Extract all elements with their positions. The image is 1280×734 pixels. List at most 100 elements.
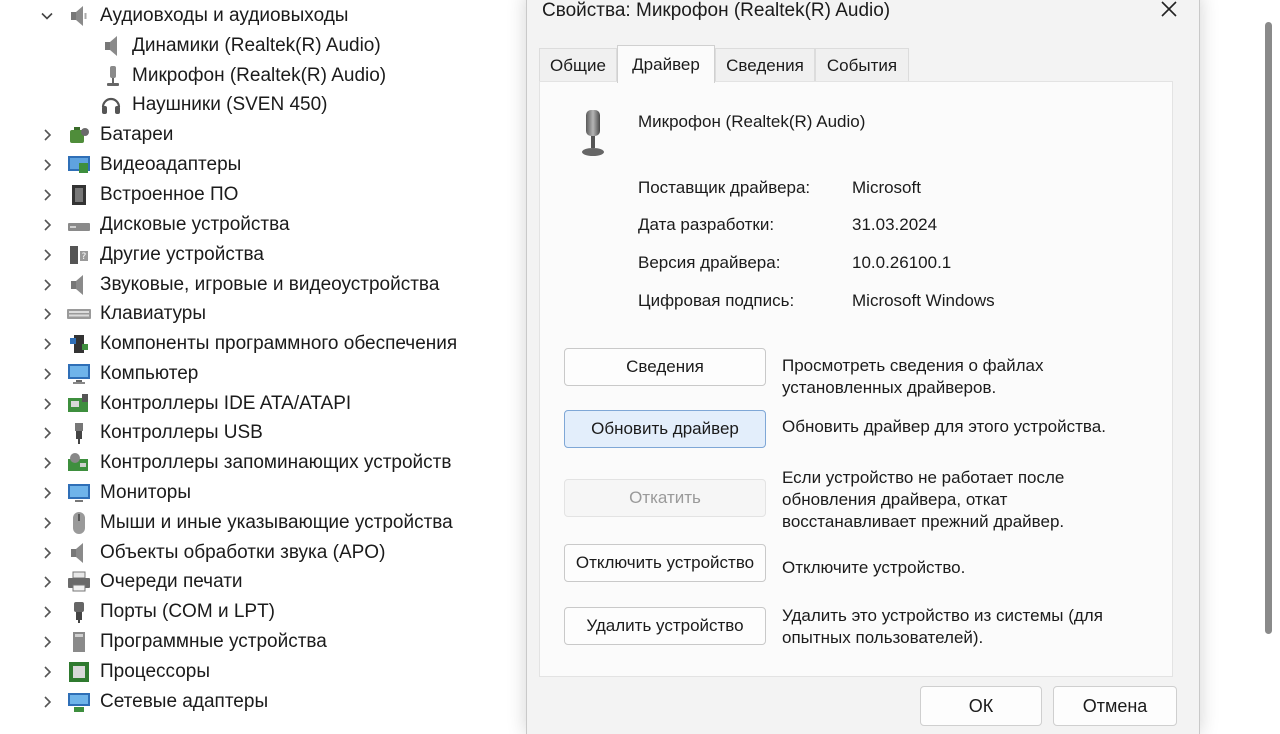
uninstall-device-description: Удалить это устройство из системы (для о… xyxy=(782,606,1103,647)
speaker-icon xyxy=(66,3,92,29)
rollback-driver-button[interactable]: Откатить xyxy=(564,479,766,517)
chevron-right-icon[interactable] xyxy=(32,120,62,150)
tree-device-headphones[interactable]: Наушники (SVEN 450) xyxy=(0,90,520,120)
tree-category-audio-io[interactable]: Аудиовходы и аудиовыходы xyxy=(0,1,520,31)
driver-version-label: Версия драйвера: xyxy=(638,253,781,272)
tree-category-monitors[interactable]: Мониторы xyxy=(0,478,520,508)
tree-device-microphone[interactable]: Микрофон (Realtek(R) Audio) xyxy=(0,61,520,91)
chevron-right-icon[interactable] xyxy=(32,180,62,210)
tab-general[interactable]: Общие xyxy=(539,48,617,82)
tree-category-print-queues[interactable]: Очереди печати xyxy=(0,567,520,597)
tree-category-label: Процессоры xyxy=(100,661,211,682)
disable-device-button[interactable]: Отключить устройство xyxy=(564,544,766,582)
chevron-down-icon[interactable] xyxy=(32,1,62,31)
tree-category-apo[interactable]: Объекты обработки звука (APO) xyxy=(0,538,520,568)
tree-category-firmware[interactable]: Встроенное ПО xyxy=(0,180,520,210)
driver-date-label: Дата разработки: xyxy=(638,215,775,234)
tree-category-label: Мыши и иные указывающие устройства xyxy=(100,512,453,533)
driver-details-button[interactable]: Сведения xyxy=(564,348,766,386)
port-icon xyxy=(66,599,92,625)
display-adapter-icon xyxy=(66,152,92,178)
device-tree: Аудиовходы и аудиовыходы Динамики (Realt… xyxy=(0,0,520,720)
chevron-right-icon[interactable] xyxy=(32,270,62,300)
tree-category-storage-controllers[interactable]: Контроллеры запоминающих устройств xyxy=(0,448,520,478)
ide-controller-icon xyxy=(66,391,92,417)
tree-category-label: Другие устройства xyxy=(100,244,264,265)
tree-category-label: Дисковые устройства xyxy=(100,214,290,235)
update-driver-button[interactable]: Обновить драйвер xyxy=(564,410,766,448)
tree-category-display-adapters[interactable]: Видеоадаптеры xyxy=(0,150,520,180)
chevron-right-icon[interactable] xyxy=(32,567,62,597)
tree-category-keyboards[interactable]: Клавиатуры xyxy=(0,299,520,329)
chevron-right-icon[interactable] xyxy=(32,329,62,359)
tree-category-label: Программные устройства xyxy=(100,631,327,652)
scrollbar-thumb[interactable] xyxy=(1265,22,1272,634)
tree-category-label: Видеоадаптеры xyxy=(100,154,242,175)
tree-category-sound-devices[interactable]: Звуковые, игровые и видеоустройства xyxy=(0,270,520,300)
chevron-right-icon[interactable] xyxy=(32,299,62,329)
chevron-right-icon[interactable] xyxy=(32,240,62,270)
tree-device-speakers[interactable]: Динамики (Realtek(R) Audio) xyxy=(0,31,520,61)
disable-device-description: Отключите устройство. xyxy=(782,558,966,577)
microphone-icon xyxy=(100,63,126,89)
driver-tab-panel: Микрофон (Realtek(R) Audio) Поставщик др… xyxy=(539,81,1173,677)
chevron-right-icon[interactable] xyxy=(32,508,62,538)
svg-text:?: ? xyxy=(82,252,87,262)
close-icon xyxy=(1160,0,1178,23)
chevron-right-icon[interactable] xyxy=(32,627,62,657)
storage-controller-icon xyxy=(66,450,92,476)
software-device-icon xyxy=(66,629,92,655)
tree-category-label: Встроенное ПО xyxy=(100,184,239,205)
tree-category-label: Контроллеры запоминающих устройств xyxy=(100,452,452,473)
tree-category-label: Компьютер xyxy=(100,363,199,384)
usb-icon xyxy=(66,420,92,446)
tree-category-usb-controllers[interactable]: Контроллеры USB xyxy=(0,418,520,448)
chevron-right-icon[interactable] xyxy=(32,657,62,687)
tree-device-label: Наушники (SVEN 450) xyxy=(132,94,328,115)
tree-category-computer[interactable]: Компьютер xyxy=(0,359,520,389)
device-name: Микрофон (Realtek(R) Audio) xyxy=(638,112,866,131)
tree-category-label: Звуковые, игровые и видеоустройства xyxy=(100,274,440,295)
driver-version-value: 10.0.26100.1 xyxy=(852,253,952,272)
tree-category-label: Очереди печати xyxy=(100,571,243,592)
printer-icon xyxy=(66,569,92,595)
network-adapter-icon xyxy=(66,689,92,715)
chevron-right-icon[interactable] xyxy=(32,210,62,240)
chevron-right-icon[interactable] xyxy=(32,448,62,478)
close-button[interactable] xyxy=(1143,0,1195,28)
speaker-icon xyxy=(100,33,126,59)
tree-category-other-devices[interactable]: ? Другие устройства xyxy=(0,240,520,270)
tree-device-label: Динамики (Realtek(R) Audio) xyxy=(132,35,381,56)
chevron-right-icon[interactable] xyxy=(32,418,62,448)
chevron-right-icon[interactable] xyxy=(32,150,62,180)
firmware-icon xyxy=(66,182,92,208)
microphone-icon xyxy=(574,108,614,158)
disk-drive-icon xyxy=(66,212,92,238)
tree-category-software-devices[interactable]: Программные устройства xyxy=(0,627,520,657)
tab-details[interactable]: Сведения xyxy=(715,48,815,82)
tree-category-batteries[interactable]: Батареи xyxy=(0,120,520,150)
chevron-right-icon[interactable] xyxy=(32,389,62,419)
digital-signer-value: Microsoft Windows xyxy=(852,291,995,310)
cancel-button[interactable]: Отмена xyxy=(1053,686,1177,726)
digital-signer-label: Цифровая подпись: xyxy=(638,291,795,310)
ok-button[interactable]: ОК xyxy=(920,686,1042,726)
tree-category-processors[interactable]: Процессоры xyxy=(0,657,520,687)
tree-category-disk-drives[interactable]: Дисковые устройства xyxy=(0,210,520,240)
tree-category-software-components[interactable]: Компоненты программного обеспечения xyxy=(0,329,520,359)
tree-category-label: Сетевые адаптеры xyxy=(100,691,269,712)
tree-category-ports[interactable]: Порты (COM и LPT) xyxy=(0,597,520,627)
speaker-icon xyxy=(66,540,92,566)
properties-dialog: Свойства: Микрофон (Realtek(R) Audio) Об… xyxy=(526,0,1200,734)
tab-driver[interactable]: Драйвер xyxy=(617,45,715,83)
chevron-right-icon[interactable] xyxy=(32,687,62,717)
tree-category-network-adapters[interactable]: Сетевые адаптеры xyxy=(0,687,520,717)
tab-events[interactable]: События xyxy=(815,48,909,82)
uninstall-device-button[interactable]: Удалить устройство xyxy=(564,607,766,645)
tree-category-ide-controllers[interactable]: Контроллеры IDE ATA/ATAPI xyxy=(0,389,520,419)
chevron-right-icon[interactable] xyxy=(32,597,62,627)
tree-category-mice[interactable]: Мыши и иные указывающие устройства xyxy=(0,508,520,538)
chevron-right-icon[interactable] xyxy=(32,478,62,508)
chevron-right-icon[interactable] xyxy=(32,538,62,568)
chevron-right-icon[interactable] xyxy=(32,359,62,389)
